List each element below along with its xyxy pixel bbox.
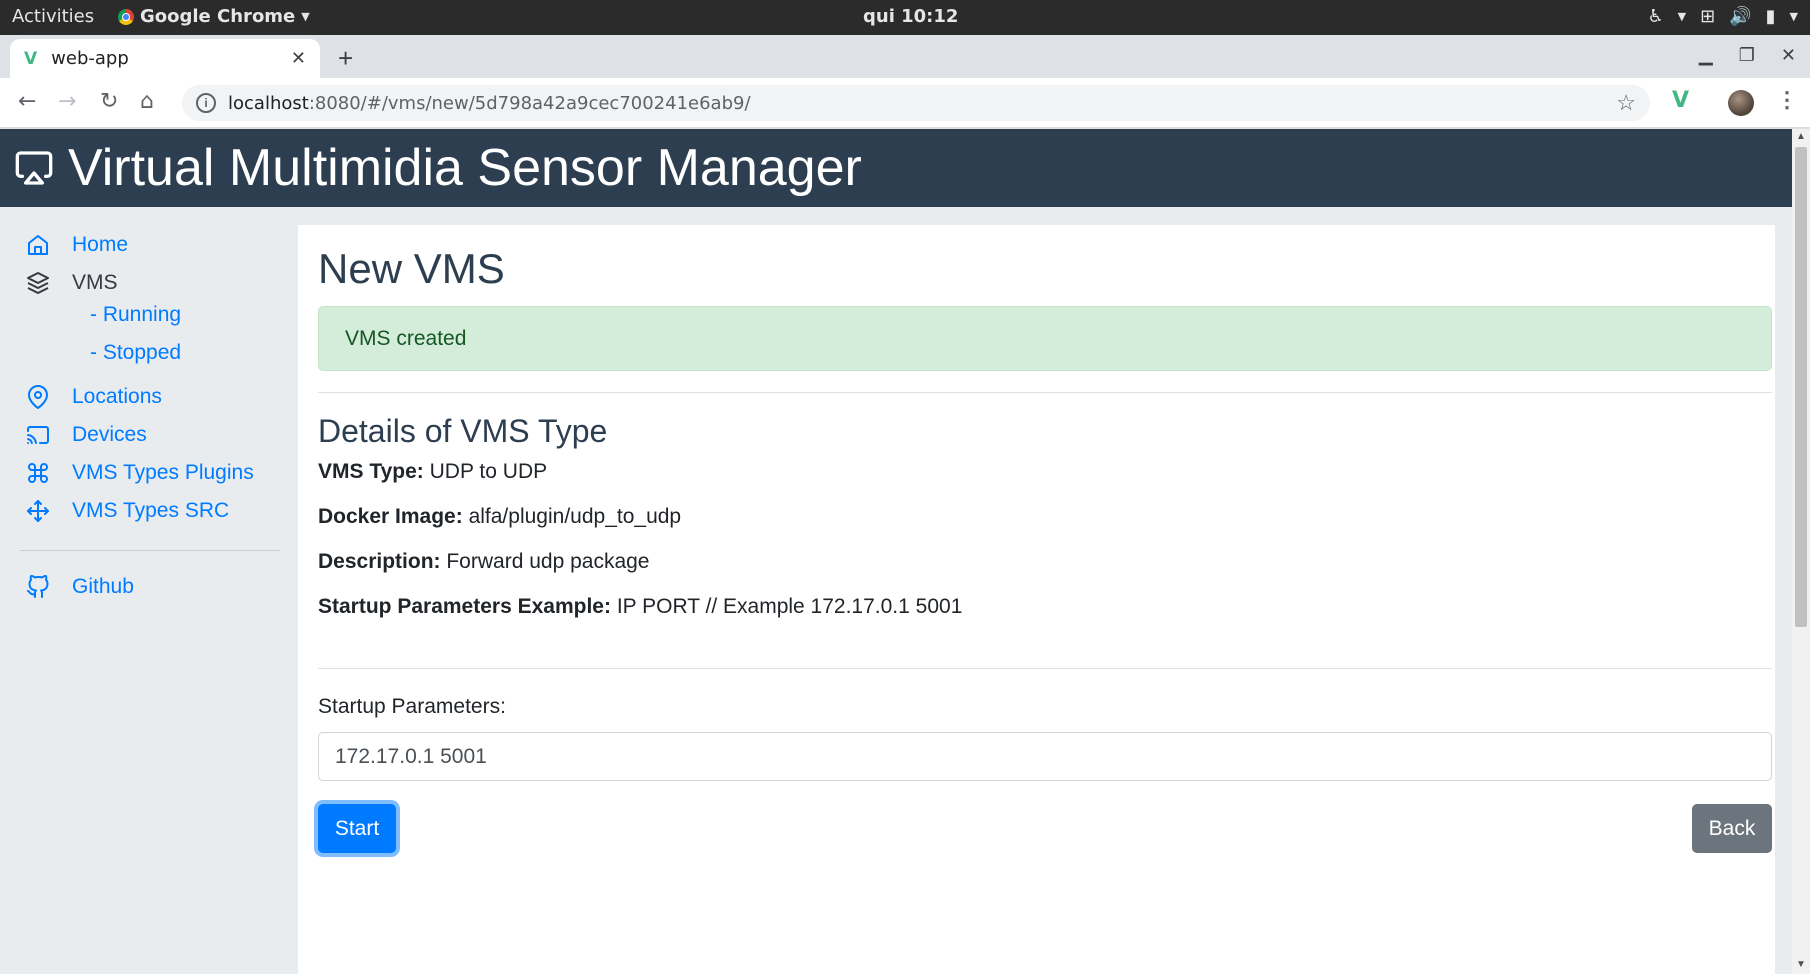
cast-icon xyxy=(24,421,52,449)
success-alert: VMS created xyxy=(318,306,1772,371)
start-button[interactable]: Start xyxy=(318,804,396,853)
clock[interactable]: qui 10:12 xyxy=(863,6,958,27)
url-host: localhost xyxy=(228,92,309,114)
network-icon[interactable]: ⊞ xyxy=(1700,6,1715,27)
divider xyxy=(318,668,1772,669)
sidebar-item-home[interactable]: Home xyxy=(24,231,128,259)
menu-kebab-icon[interactable]: ⋮ xyxy=(1776,87,1798,113)
bookmark-star-icon[interactable]: ☆ xyxy=(1616,90,1636,116)
sidebar-item-stopped[interactable]: - Stopped xyxy=(90,341,181,365)
startup-example-label: Startup Parameters Example: xyxy=(318,595,611,618)
docker-image-value: alfa/plugin/udp_to_udp xyxy=(468,505,682,528)
page-viewport: Virtual Multimidia Sensor Manager Home V… xyxy=(0,129,1810,974)
sidebar-item-vms-types-src[interactable]: VMS Types SRC xyxy=(24,497,229,525)
app-menu[interactable]: Google Chrome ▼ xyxy=(118,6,310,27)
layers-icon xyxy=(24,269,52,297)
restore-icon[interactable]: ❐ xyxy=(1739,45,1755,66)
sidebar-item-label: Home xyxy=(72,233,129,256)
sidebar-item-label: VMS Types SRC xyxy=(72,499,230,522)
vue-favicon-icon: V xyxy=(24,48,38,69)
docker-image-label: Docker Image: xyxy=(318,505,463,528)
battery-icon[interactable]: ▮ xyxy=(1766,6,1776,27)
cast-icon xyxy=(15,151,53,185)
main-panel: New VMS VMS created Details of VMS Type … xyxy=(298,225,1775,974)
chevron-down-icon: ▼ xyxy=(1789,10,1798,23)
sidebar-item-label: Github xyxy=(72,575,134,598)
profile-avatar[interactable] xyxy=(1728,90,1754,116)
forward-arrow-icon[interactable]: → xyxy=(58,89,76,114)
scrollbar-thumb[interactable] xyxy=(1795,147,1807,627)
divider xyxy=(318,392,1772,393)
accessibility-icon[interactable]: ♿ xyxy=(1648,6,1664,27)
browser-tab[interactable]: V web-app ✕ xyxy=(10,39,320,78)
scroll-down-icon[interactable]: ▼ xyxy=(1796,959,1806,970)
startup-parameters-input[interactable] xyxy=(318,732,1772,781)
browser-toolbar: ← → ↻ ⌂ i localhost:8080/#/vms/new/5d798… xyxy=(0,78,1810,128)
docker-image-row: Docker Image: alfa/plugin/udp_to_udp xyxy=(318,505,681,529)
sidebar-item-vms-types-plugins[interactable]: VMS Types Plugins xyxy=(24,459,254,487)
close-tab-icon[interactable]: ✕ xyxy=(291,48,306,69)
chrome-icon xyxy=(118,8,134,25)
sidebar-item-label: Locations xyxy=(72,385,162,408)
sidebar-item-vms[interactable]: VMS xyxy=(24,269,118,297)
startup-example-value: IP PORT // Example 172.17.0.1 5001 xyxy=(616,595,963,618)
page-scrollbar[interactable]: ▲ ▼ xyxy=(1792,129,1810,974)
new-tab-button[interactable]: + xyxy=(338,43,353,74)
volume-icon[interactable]: 🔊 xyxy=(1729,6,1751,27)
details-heading: Details of VMS Type xyxy=(318,413,608,449)
reload-icon[interactable]: ↻ xyxy=(100,89,118,114)
sidebar-item-locations[interactable]: Locations xyxy=(24,383,162,411)
sidebar-item-github[interactable]: Github xyxy=(24,573,134,601)
system-top-bar: Activities Google Chrome ▼ qui 10:12 ♿ ▼… xyxy=(0,0,1810,35)
vms-type-label: VMS Type: xyxy=(318,460,424,483)
sidebar-divider xyxy=(20,550,280,551)
sidebar: Home VMS - Running - Stopped Locations D… xyxy=(0,207,298,974)
move-icon xyxy=(24,497,52,525)
window-controls: ▁ ❐ ✕ xyxy=(1699,45,1796,66)
site-info-icon[interactable]: i xyxy=(196,93,216,113)
address-bar[interactable]: i localhost:8080/#/vms/new/5d798a42a9cec… xyxy=(182,85,1650,121)
map-pin-icon xyxy=(24,383,52,411)
sidebar-item-devices[interactable]: Devices xyxy=(24,421,147,449)
app-header: Virtual Multimidia Sensor Manager xyxy=(0,129,1792,207)
tab-title: web-app xyxy=(51,48,129,69)
github-icon xyxy=(24,573,52,601)
page-title: New VMS xyxy=(318,245,505,292)
chevron-down-icon: ▼ xyxy=(301,10,310,23)
command-icon xyxy=(24,459,52,487)
scroll-up-icon[interactable]: ▲ xyxy=(1796,131,1806,142)
startup-parameters-label: Startup Parameters: xyxy=(318,695,506,718)
url-text[interactable]: localhost:8080/#/vms/new/5d798a42a9cec70… xyxy=(228,93,1616,114)
sidebar-item-label: VMS Types Plugins xyxy=(72,461,254,484)
tab-strip: V web-app ✕ + ▁ ❐ ✕ xyxy=(0,35,1810,78)
vms-type-row: VMS Type: UDP to UDP xyxy=(318,460,547,484)
url-path: :8080/#/vms/new/5d798a42a9cec700241e6ab9… xyxy=(308,92,751,114)
description-row: Description: Forward udp package xyxy=(318,550,649,574)
app-title: Virtual Multimidia Sensor Manager xyxy=(68,139,862,197)
back-button[interactable]: Back xyxy=(1692,804,1772,853)
sidebar-item-running[interactable]: - Running xyxy=(90,303,181,327)
system-tray[interactable]: ♿ ▼ ⊞ 🔊 ▮ ▼ xyxy=(1648,6,1799,27)
back-arrow-icon[interactable]: ← xyxy=(18,89,36,114)
chevron-down-icon: ▼ xyxy=(1677,10,1687,23)
description-label: Description: xyxy=(318,550,441,573)
description-value: Forward udp package xyxy=(446,550,650,573)
sidebar-item-label: Devices xyxy=(72,423,147,446)
vue-devtools-icon[interactable]: V xyxy=(1672,88,1689,113)
home-icon xyxy=(24,231,52,259)
startup-example-row: Startup Parameters Example: IP PORT // E… xyxy=(318,595,962,619)
close-window-icon[interactable]: ✕ xyxy=(1781,45,1796,66)
sidebar-item-label: VMS xyxy=(72,271,118,294)
app-menu-label: Google Chrome xyxy=(140,6,296,27)
minimize-icon[interactable]: ▁ xyxy=(1699,45,1713,66)
activities-button[interactable]: Activities xyxy=(12,6,94,27)
vms-type-value: UDP to UDP xyxy=(429,460,548,483)
home-icon[interactable]: ⌂ xyxy=(140,89,154,114)
